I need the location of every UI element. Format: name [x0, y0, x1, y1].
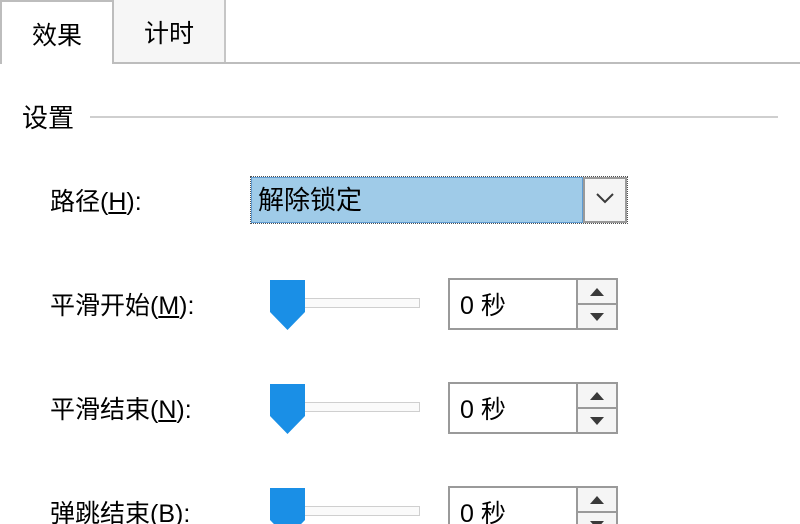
- label-path: 路径(H):: [50, 182, 250, 218]
- label-smooth-start: 平滑开始(M):: [50, 286, 250, 322]
- slider-track: [292, 402, 420, 412]
- path-combobox-value: 解除锁定: [251, 177, 583, 223]
- slider-thumb-icon[interactable]: [270, 384, 305, 434]
- row-smooth-end: 平滑结束(N): 0 秒: [22, 373, 778, 443]
- triangle-down-icon: [590, 516, 604, 524]
- label-smooth-end: 平滑结束(N):: [50, 390, 250, 426]
- tab-bar: 效果 计时: [0, 0, 800, 62]
- spin-buttons: [576, 384, 616, 432]
- slider-thumb-icon[interactable]: [270, 488, 305, 524]
- triangle-up-icon: [590, 283, 604, 301]
- smooth-end-value: 0 秒: [450, 384, 576, 432]
- group-title: 设置: [22, 98, 74, 135]
- chevron-down-icon: [595, 191, 615, 210]
- effects-panel: 设置 路径(H): 解除锁定 平滑开始(M): 0 秒: [0, 62, 800, 524]
- path-combobox[interactable]: 解除锁定: [250, 176, 628, 224]
- spin-buttons: [576, 488, 616, 524]
- triangle-up-icon: [590, 491, 604, 509]
- row-smooth-start: 平滑开始(M): 0 秒: [22, 269, 778, 339]
- spin-down-button[interactable]: [576, 408, 616, 432]
- spin-up-button[interactable]: [576, 280, 616, 304]
- spin-down-button[interactable]: [576, 512, 616, 524]
- tab-effects-label: 效果: [32, 22, 82, 50]
- path-combobox-dropdown-button[interactable]: [583, 177, 627, 223]
- spin-up-button[interactable]: [576, 488, 616, 512]
- row-bounce-end: 弹跳结束(B): 0 秒: [22, 477, 778, 524]
- label-bounce-end: 弹跳结束(B):: [50, 494, 250, 524]
- triangle-up-icon: [590, 387, 604, 405]
- spin-down-button[interactable]: [576, 304, 616, 328]
- smooth-start-spinbox[interactable]: 0 秒: [448, 278, 618, 330]
- spin-buttons: [576, 280, 616, 328]
- smooth-start-slider[interactable]: [250, 276, 430, 332]
- group-header-settings: 设置: [22, 98, 778, 135]
- row-path: 路径(H): 解除锁定: [22, 165, 778, 235]
- smooth-end-slider[interactable]: [250, 380, 430, 436]
- tab-effects[interactable]: 效果: [0, 0, 114, 64]
- triangle-down-icon: [590, 412, 604, 430]
- slider-track: [292, 298, 420, 308]
- slider-thumb-icon[interactable]: [270, 280, 305, 330]
- bounce-end-value: 0 秒: [450, 488, 576, 524]
- tab-timing[interactable]: 计时: [112, 0, 226, 64]
- spin-up-button[interactable]: [576, 384, 616, 408]
- group-divider: [90, 116, 778, 118]
- triangle-down-icon: [590, 308, 604, 326]
- tab-timing-label: 计时: [144, 20, 194, 48]
- smooth-start-value: 0 秒: [450, 280, 576, 328]
- smooth-end-spinbox[interactable]: 0 秒: [448, 382, 618, 434]
- bounce-end-spinbox[interactable]: 0 秒: [448, 486, 618, 524]
- slider-track: [292, 506, 420, 516]
- bounce-end-slider[interactable]: [250, 484, 430, 524]
